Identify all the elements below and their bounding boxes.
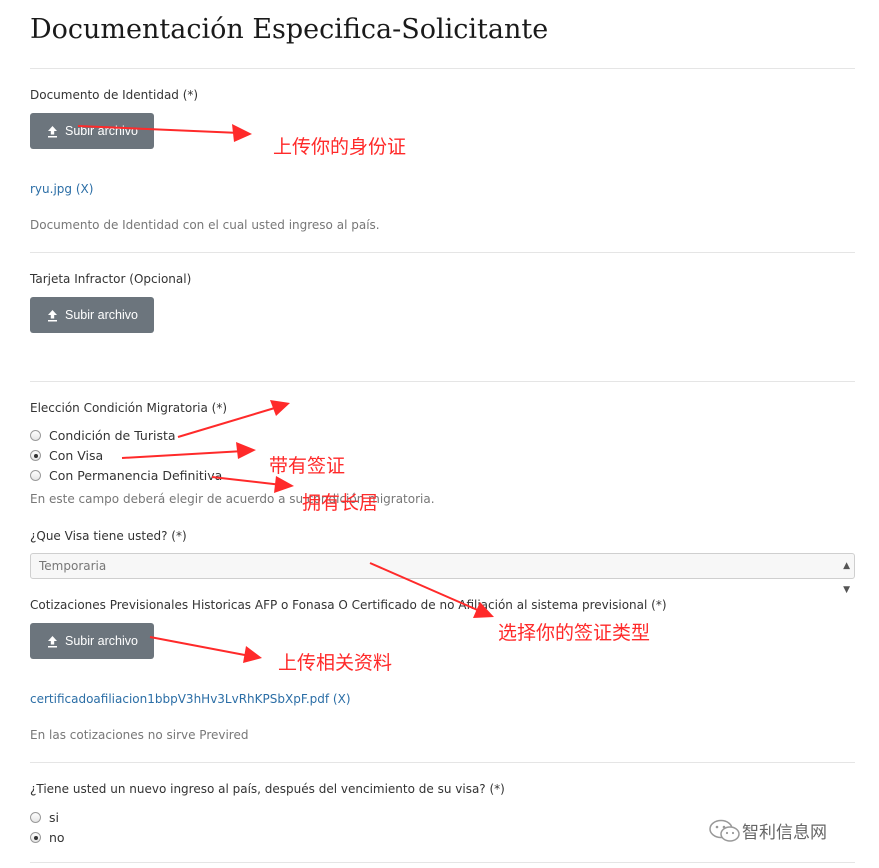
annotation-upload-id: 上传你的身份证 <box>273 136 407 158</box>
annotation-arrow <box>236 442 256 459</box>
annotation-arrow <box>232 124 252 142</box>
annotation-upload-docs: 上传相关资料 <box>278 652 393 674</box>
watermark-text: 智利信息网 <box>742 823 827 843</box>
annotation-arrow <box>211 476 283 486</box>
annotation-arrow <box>369 562 483 613</box>
annotation-permanent: 拥有长居 <box>302 492 379 514</box>
annotation-arrow <box>121 450 245 459</box>
wechat-icon <box>709 819 740 842</box>
annotation-arrow <box>270 400 290 416</box>
annotation-arrow <box>149 636 251 657</box>
annotation-arrow <box>177 406 279 438</box>
annotation-arrow <box>77 125 241 134</box>
annotation-arrow <box>243 646 262 663</box>
annotation-arrow <box>274 476 294 493</box>
annotation-arrows <box>77 124 494 663</box>
annotation-with-visa: 带有签证 <box>269 455 346 477</box>
watermark: 智利信息网 <box>708 818 827 843</box>
annotation-choose-visa: 选择你的签证类型 <box>498 622 651 644</box>
